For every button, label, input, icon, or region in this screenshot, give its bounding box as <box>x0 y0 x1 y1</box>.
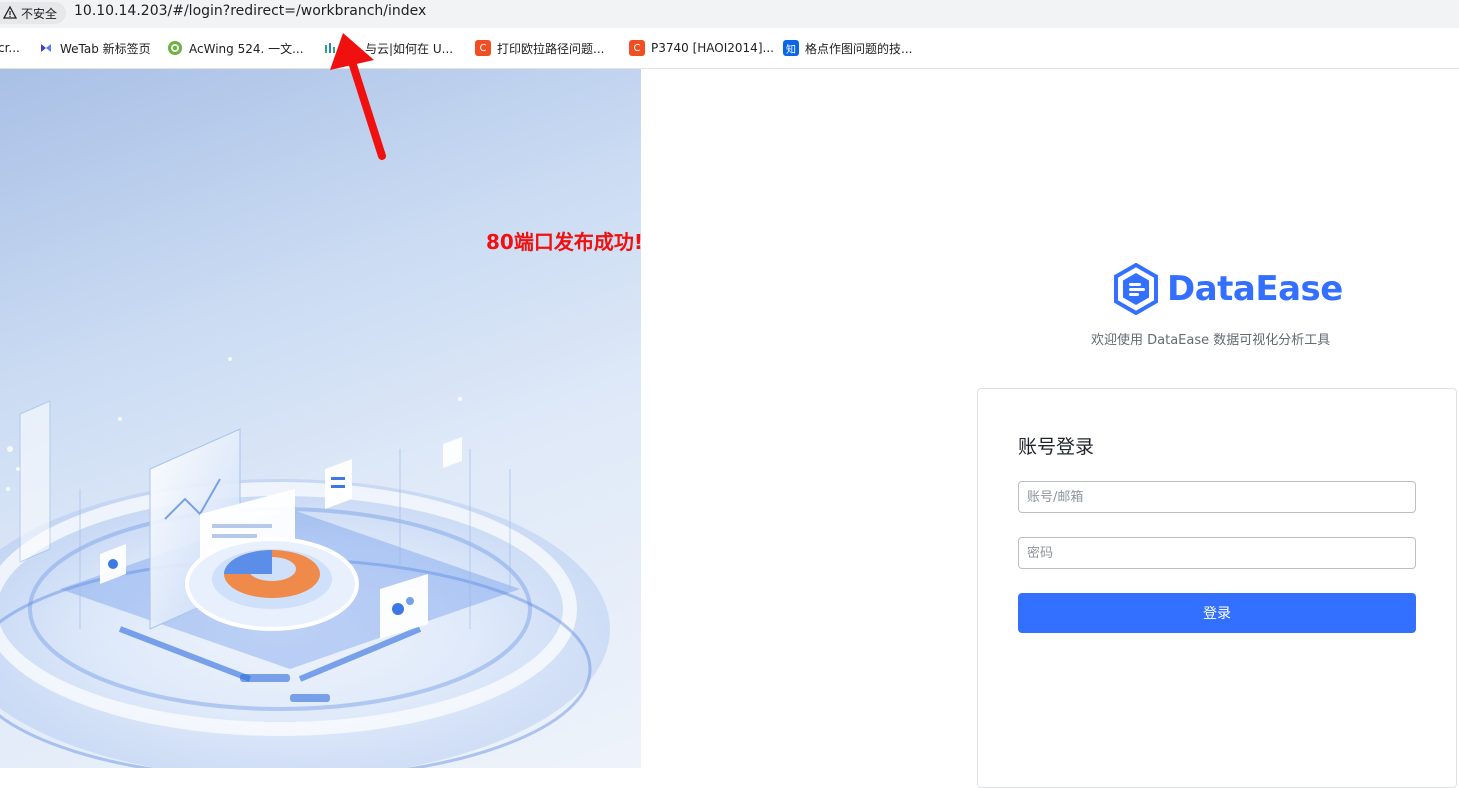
brand-subtitle: 欢迎使用 DataEase 数据可视化分析工具 <box>1091 333 1331 348</box>
csdn-icon: C <box>629 40 645 56</box>
login-title: 账号登录 <box>1018 436 1095 458</box>
security-label: 不安全 <box>21 6 58 21</box>
bookmark-item[interactable]: C P3740 [HAOI2014]... <box>629 39 774 57</box>
bars-icon <box>323 40 339 56</box>
url-text[interactable]: 10.10.14.203/#/login?redirect=/workbranc… <box>74 3 426 19</box>
bookmark-label: 与云|如何在 U... <box>365 41 454 56</box>
wetab-icon <box>38 40 54 56</box>
address-bar: 不安全 10.10.14.203/#/login?redirect=/workb… <box>0 0 1459 28</box>
brand-logo: DataEase <box>1113 262 1343 316</box>
bookmark-label: AcWing 524. 一文... <box>189 41 304 56</box>
security-indicator[interactable]: 不安全 <box>0 2 66 24</box>
bookmark-label: 打印欧拉路径问题... <box>497 41 605 56</box>
bookmarks-bar: cr... WeTab 新标签页 AcWing 524. 一文... 与云|如何… <box>0 28 1459 69</box>
annotation-text: 80端口发布成功! <box>486 230 643 254</box>
login-button[interactable]: 登录 <box>1018 593 1416 633</box>
bookmark-label: WeTab 新标签页 <box>60 41 151 56</box>
dataease-logo-icon <box>1114 263 1158 315</box>
zhihu-icon: 知 <box>783 40 799 56</box>
warning-icon <box>3 6 17 19</box>
bookmark-item[interactable]: 与云|如何在 U... <box>323 39 453 57</box>
isometric-dashboard-illustration <box>0 357 610 768</box>
password-input[interactable] <box>1018 537 1416 569</box>
bookmark-item[interactable]: WeTab 新标签页 <box>38 39 151 57</box>
hero-illustration <box>0 69 641 768</box>
bookmark-item[interactable]: C 打印欧拉路径问题... <box>475 39 604 57</box>
bookmark-label: P3740 [HAOI2014]... <box>651 41 774 55</box>
brand-name: DataEase <box>1167 269 1343 309</box>
bookmark-label: 格点作图问题的技... <box>805 41 913 56</box>
acwing-icon <box>167 40 183 56</box>
username-input[interactable] <box>1018 481 1416 513</box>
bookmark-item[interactable]: AcWing 524. 一文... <box>167 39 304 57</box>
bookmark-item[interactable]: 知 格点作图问题的技... <box>783 39 912 57</box>
csdn-icon: C <box>475 40 491 56</box>
bookmark-label: cr... <box>0 41 20 55</box>
bookmark-item[interactable]: cr... <box>0 39 20 57</box>
